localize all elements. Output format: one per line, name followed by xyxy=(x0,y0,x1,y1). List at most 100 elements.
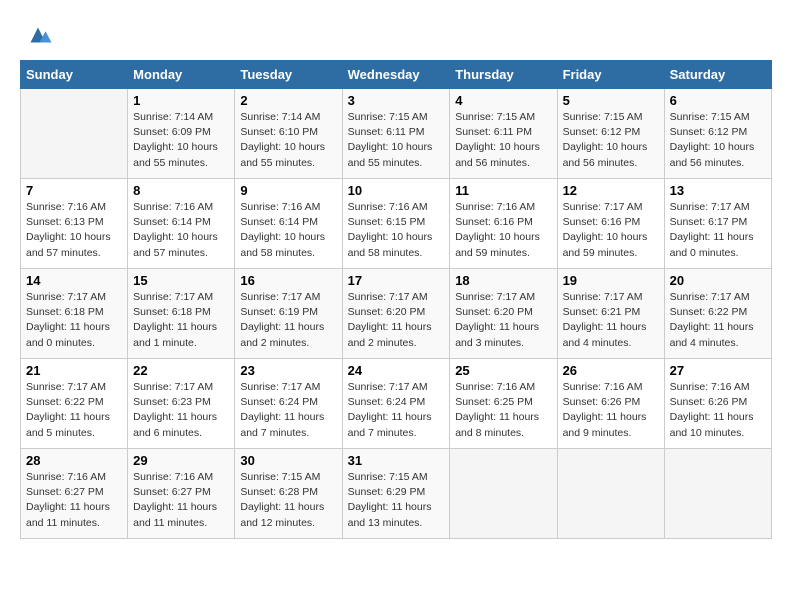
calendar-cell: 6 Sunrise: 7:15 AM Sunset: 6:12 PM Daylig… xyxy=(664,89,771,179)
calendar-cell xyxy=(450,449,557,539)
day-number: 25 xyxy=(455,363,551,378)
day-number: 24 xyxy=(348,363,445,378)
week-row-4: 21 Sunrise: 7:17 AM Sunset: 6:22 PM Dayli… xyxy=(21,359,772,449)
day-info: Sunrise: 7:17 AM Sunset: 6:22 PM Dayligh… xyxy=(26,380,122,441)
day-number: 13 xyxy=(670,183,766,198)
day-info: Sunrise: 7:15 AM Sunset: 6:11 PM Dayligh… xyxy=(348,110,445,171)
calendar-cell: 22 Sunrise: 7:17 AM Sunset: 6:23 PM Dayli… xyxy=(128,359,235,449)
day-number: 29 xyxy=(133,453,229,468)
logo-icon xyxy=(23,20,53,50)
calendar-cell: 15Sunrise: 7:17 AM Sunset: 6:18 PM Dayli… xyxy=(128,269,235,359)
day-number: 6 xyxy=(670,93,766,108)
day-info: Sunrise: 7:16 AM Sunset: 6:26 PM Dayligh… xyxy=(563,380,659,441)
calendar-table: SundayMondayTuesdayWednesdayThursdayFrid… xyxy=(20,60,772,539)
day-number: 18 xyxy=(455,273,551,288)
calendar-cell: 2 Sunrise: 7:14 AM Sunset: 6:10 PM Daylig… xyxy=(235,89,342,179)
calendar-cell: 7 Sunrise: 7:16 AM Sunset: 6:13 PM Daylig… xyxy=(21,179,128,269)
week-row-2: 7 Sunrise: 7:16 AM Sunset: 6:13 PM Daylig… xyxy=(21,179,772,269)
calendar-cell: 29 Sunrise: 7:16 AM Sunset: 6:27 PM Dayli… xyxy=(128,449,235,539)
day-info: Sunrise: 7:15 AM Sunset: 6:28 PM Dayligh… xyxy=(240,470,336,531)
day-number: 31 xyxy=(348,453,445,468)
column-header-tuesday: Tuesday xyxy=(235,61,342,89)
day-number: 20 xyxy=(670,273,766,288)
day-info: Sunrise: 7:17 AM Sunset: 6:17 PM Dayligh… xyxy=(670,200,766,261)
day-info: Sunrise: 7:16 AM Sunset: 6:14 PM Dayligh… xyxy=(133,200,229,261)
calendar-cell: 26 Sunrise: 7:16 AM Sunset: 6:26 PM Dayli… xyxy=(557,359,664,449)
day-info: Sunrise: 7:17 AM Sunset: 6:18 PM Dayligh… xyxy=(133,290,229,351)
day-number: 21 xyxy=(26,363,122,378)
day-number: 2 xyxy=(240,93,336,108)
day-info: Sunrise: 7:17 AM Sunset: 6:23 PM Dayligh… xyxy=(133,380,229,441)
day-number: 8 xyxy=(133,183,229,198)
week-row-5: 28 Sunrise: 7:16 AM Sunset: 6:27 PM Dayli… xyxy=(21,449,772,539)
day-info: Sunrise: 7:17 AM Sunset: 6:20 PM Dayligh… xyxy=(348,290,445,351)
day-info: Sunrise: 7:16 AM Sunset: 6:26 PM Dayligh… xyxy=(670,380,766,441)
calendar-cell xyxy=(664,449,771,539)
week-row-3: 14 Sunrise: 7:17 AM Sunset: 6:18 PM Dayli… xyxy=(21,269,772,359)
day-info: Sunrise: 7:16 AM Sunset: 6:13 PM Dayligh… xyxy=(26,200,122,261)
calendar-cell: 17Sunrise: 7:17 AM Sunset: 6:20 PM Dayli… xyxy=(342,269,450,359)
day-number: 5 xyxy=(563,93,659,108)
calendar-cell: 18Sunrise: 7:17 AM Sunset: 6:20 PM Dayli… xyxy=(450,269,557,359)
day-number: 14 xyxy=(26,273,122,288)
calendar-cell xyxy=(21,89,128,179)
day-number: 7 xyxy=(26,183,122,198)
calendar-cell: 31 Sunrise: 7:15 AM Sunset: 6:29 PM Dayli… xyxy=(342,449,450,539)
calendar-cell: 30Sunrise: 7:15 AM Sunset: 6:28 PM Dayli… xyxy=(235,449,342,539)
calendar-cell: 21 Sunrise: 7:17 AM Sunset: 6:22 PM Dayli… xyxy=(21,359,128,449)
day-number: 19 xyxy=(563,273,659,288)
calendar-cell: 13 Sunrise: 7:17 AM Sunset: 6:17 PM Dayli… xyxy=(664,179,771,269)
day-info: Sunrise: 7:17 AM Sunset: 6:22 PM Dayligh… xyxy=(670,290,766,351)
day-info: Sunrise: 7:17 AM Sunset: 6:21 PM Dayligh… xyxy=(563,290,659,351)
calendar-cell: 16 Sunrise: 7:17 AM Sunset: 6:19 PM Dayli… xyxy=(235,269,342,359)
page-header xyxy=(20,20,772,50)
day-info: Sunrise: 7:15 AM Sunset: 6:12 PM Dayligh… xyxy=(670,110,766,171)
calendar-cell: 8 Sunrise: 7:16 AM Sunset: 6:14 PM Daylig… xyxy=(128,179,235,269)
column-header-wednesday: Wednesday xyxy=(342,61,450,89)
calendar-cell: 4 Sunrise: 7:15 AM Sunset: 6:11 PM Daylig… xyxy=(450,89,557,179)
day-number: 4 xyxy=(455,93,551,108)
logo xyxy=(20,20,53,50)
day-number: 28 xyxy=(26,453,122,468)
calendar-cell: 19 Sunrise: 7:17 AM Sunset: 6:21 PM Dayli… xyxy=(557,269,664,359)
day-info: Sunrise: 7:17 AM Sunset: 6:18 PM Dayligh… xyxy=(26,290,122,351)
calendar-cell: 20 Sunrise: 7:17 AM Sunset: 6:22 PM Dayli… xyxy=(664,269,771,359)
day-info: Sunrise: 7:17 AM Sunset: 6:16 PM Dayligh… xyxy=(563,200,659,261)
day-number: 10 xyxy=(348,183,445,198)
day-number: 16 xyxy=(240,273,336,288)
header-row: SundayMondayTuesdayWednesdayThursdayFrid… xyxy=(21,61,772,89)
day-info: Sunrise: 7:17 AM Sunset: 6:19 PM Dayligh… xyxy=(240,290,336,351)
day-number: 11 xyxy=(455,183,551,198)
day-info: Sunrise: 7:17 AM Sunset: 6:24 PM Dayligh… xyxy=(240,380,336,441)
day-number: 27 xyxy=(670,363,766,378)
calendar-cell xyxy=(557,449,664,539)
column-header-monday: Monday xyxy=(128,61,235,89)
day-info: Sunrise: 7:16 AM Sunset: 6:16 PM Dayligh… xyxy=(455,200,551,261)
calendar-cell: 5Sunrise: 7:15 AM Sunset: 6:12 PM Daylig… xyxy=(557,89,664,179)
column-header-saturday: Saturday xyxy=(664,61,771,89)
day-number: 1 xyxy=(133,93,229,108)
column-header-sunday: Sunday xyxy=(21,61,128,89)
day-info: Sunrise: 7:16 AM Sunset: 6:27 PM Dayligh… xyxy=(133,470,229,531)
day-number: 22 xyxy=(133,363,229,378)
calendar-cell: 9Sunrise: 7:16 AM Sunset: 6:14 PM Daylig… xyxy=(235,179,342,269)
day-info: Sunrise: 7:15 AM Sunset: 6:29 PM Dayligh… xyxy=(348,470,445,531)
column-header-friday: Friday xyxy=(557,61,664,89)
calendar-cell: 28Sunrise: 7:16 AM Sunset: 6:27 PM Dayli… xyxy=(21,449,128,539)
calendar-cell: 24Sunrise: 7:17 AM Sunset: 6:24 PM Dayli… xyxy=(342,359,450,449)
calendar-cell: 23 Sunrise: 7:17 AM Sunset: 6:24 PM Dayli… xyxy=(235,359,342,449)
week-row-1: 1 Sunrise: 7:14 AM Sunset: 6:09 PM Daylig… xyxy=(21,89,772,179)
day-info: Sunrise: 7:14 AM Sunset: 6:09 PM Dayligh… xyxy=(133,110,229,171)
calendar-cell: 11 Sunrise: 7:16 AM Sunset: 6:16 PM Dayli… xyxy=(450,179,557,269)
day-number: 3 xyxy=(348,93,445,108)
day-number: 23 xyxy=(240,363,336,378)
day-number: 9 xyxy=(240,183,336,198)
calendar-cell: 1 Sunrise: 7:14 AM Sunset: 6:09 PM Daylig… xyxy=(128,89,235,179)
day-number: 26 xyxy=(563,363,659,378)
day-info: Sunrise: 7:14 AM Sunset: 6:10 PM Dayligh… xyxy=(240,110,336,171)
calendar-cell: 14 Sunrise: 7:17 AM Sunset: 6:18 PM Dayli… xyxy=(21,269,128,359)
calendar-cell: 10Sunrise: 7:16 AM Sunset: 6:15 PM Dayli… xyxy=(342,179,450,269)
day-info: Sunrise: 7:15 AM Sunset: 6:11 PM Dayligh… xyxy=(455,110,551,171)
calendar-cell: 3 Sunrise: 7:15 AM Sunset: 6:11 PM Daylig… xyxy=(342,89,450,179)
calendar-cell: 27 Sunrise: 7:16 AM Sunset: 6:26 PM Dayli… xyxy=(664,359,771,449)
